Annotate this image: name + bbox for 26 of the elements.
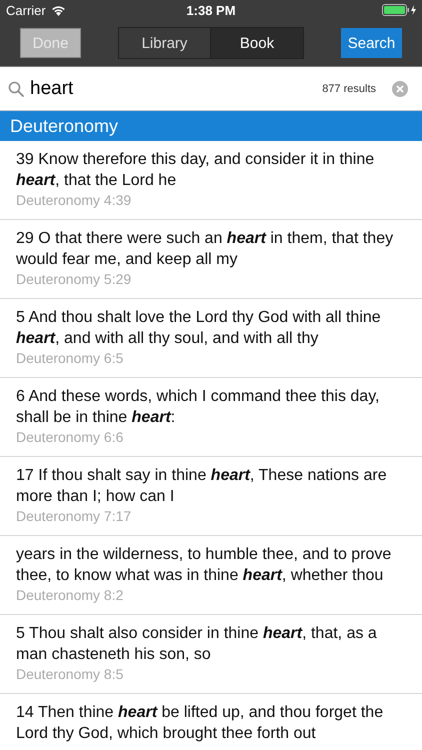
wifi-icon xyxy=(50,4,66,16)
verse-text[interactable]: 5 Thou shalt also consider in thine heart, that, as a man chasteneth his son, so xyxy=(16,623,408,665)
carrier-label: Carrier xyxy=(6,2,46,18)
search-button[interactable]: Search xyxy=(341,28,402,58)
verse-reference: Deuteronomy 6:6 xyxy=(16,429,124,445)
verse-text[interactable]: 29 O that there were such an heart in them, that they would fear me, and keep all my xyxy=(16,228,408,270)
verse-reference: Deuteronomy 8:2 xyxy=(16,587,124,603)
verse-reference: Deuteronomy 4:39 xyxy=(16,192,132,208)
section-header: Deuteronomy xyxy=(0,111,422,141)
search-field[interactable]: heart xyxy=(30,78,316,100)
verse-text[interactable]: years in the wilderness, to humble thee, and to prove thee, to know what was in thine heart, whether thou xyxy=(16,544,408,586)
verse-text[interactable]: 39 Know therefore this day, and consider it in thine heart, that the Lord he xyxy=(16,149,408,191)
status-time: 1:38 PM xyxy=(186,2,236,18)
clear-icon[interactable] xyxy=(392,80,408,96)
segment-tab[interactable]: Book xyxy=(211,28,303,58)
battery-icon xyxy=(382,4,418,16)
verse-text[interactable]: 14 Then thine heart be lifted up, and thou forget the Lord thy God, which brought thee forth out xyxy=(16,702,408,744)
verse-text[interactable]: 5 And thou shalt love the Lord thy God with all thine heart, and with all thy soul, and with all thy xyxy=(16,307,408,349)
verse-reference: Deuteronomy 8:5 xyxy=(16,666,124,682)
verse-reference: Deuteronomy 6:5 xyxy=(16,350,124,366)
verse-reference: Deuteronomy 5:29 xyxy=(16,271,132,287)
verse-reference: Deuteronomy 7:17 xyxy=(16,508,132,524)
verse-text[interactable]: 6 And these words, which I command thee this day, shall be in thine heart: xyxy=(16,386,408,428)
results-count: 877 results xyxy=(322,82,376,94)
search-icon xyxy=(8,80,24,96)
verse-text[interactable]: 17 If thou shalt say in thine heart, These nations are more than I; how can I xyxy=(16,465,408,507)
